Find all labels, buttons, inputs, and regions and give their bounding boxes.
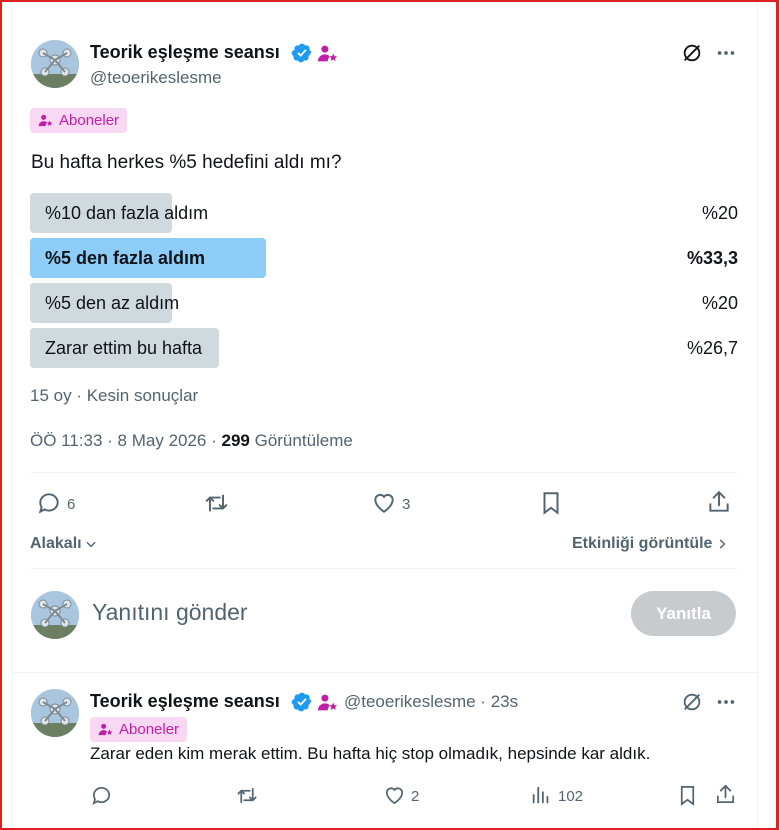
poll-option-percent: %26,7 (686, 338, 738, 358)
verified-badge-icon (291, 42, 313, 64)
subscriber-badge-label: Aboneler (59, 112, 120, 129)
poll-option-label: %5 den fazla aldım (45, 248, 206, 268)
like-count: 2 (411, 788, 420, 805)
author-name[interactable]: Teorik eşleşme seansı (90, 42, 280, 63)
poll-option: %10 dan fazla aldım %20 (30, 193, 738, 233)
bookmark-icon[interactable] (538, 490, 564, 516)
chevron-down-icon (84, 537, 98, 551)
grok-icon[interactable] (681, 691, 703, 713)
reply-count: 6 (67, 496, 76, 513)
reply-text: Zarar eden kim merak ettim. Bu hafta hiç… (90, 744, 651, 763)
relevance-dropdown[interactable]: Alakalı (30, 534, 96, 553)
divider (30, 472, 738, 473)
subscriber-icon (317, 43, 338, 64)
reply-author-name[interactable]: Teorik eşleşme seansı (90, 691, 280, 712)
retweet-icon[interactable] (203, 490, 230, 516)
share-icon[interactable] (706, 489, 732, 515)
relevance-label: Alakalı (30, 535, 82, 552)
subscriber-icon (38, 113, 53, 128)
poll-option: %5 den az aldım %20 (30, 283, 738, 323)
subscriber-badge: Aboneler (90, 717, 188, 742)
grok-icon[interactable] (681, 42, 703, 64)
views-count: 102 (558, 788, 584, 805)
subscriber-icon (98, 722, 113, 737)
like-count: 3 (402, 496, 411, 513)
reply-button[interactable]: Yanıtla (631, 591, 736, 636)
more-icon[interactable] (715, 42, 737, 64)
avatar-image (31, 689, 79, 737)
poll-option-label: %10 dan fazla aldım (45, 203, 209, 223)
activity-label: Etkinliği görüntüle (572, 535, 713, 552)
reply-author-avatar[interactable] (31, 689, 79, 737)
timestamp-text[interactable]: ÖÖ 11:33 · 8 May 2026 · (30, 431, 222, 450)
reply-author-handle[interactable]: @teoerikeslesme · 23s (344, 692, 518, 712)
tweet-text: Bu hafta herkes %5 hedefini aldı mı? (31, 152, 342, 173)
poll-option-label: Zarar ettim bu hafta (45, 338, 203, 358)
divider (13, 672, 758, 673)
poll-option: Zarar ettim bu hafta %26,7 (30, 328, 738, 368)
verified-badge-icon (291, 691, 313, 713)
author-handle[interactable]: @teoerikeslesme (90, 68, 222, 88)
poll-option-label: %5 den az aldım (45, 293, 180, 313)
view-activity-link[interactable]: Etkinliği görüntüle (572, 534, 726, 553)
views-count: 299 (221, 431, 250, 450)
poll-option: %5 den fazla aldım %33,3 (30, 238, 738, 278)
chevron-right-icon (715, 537, 729, 551)
subscriber-badge-label: Aboneler (119, 721, 180, 738)
views-label: Görüntüleme (249, 431, 353, 450)
subscriber-badge: Aboneler (30, 108, 128, 133)
reply-icon[interactable] (90, 784, 113, 807)
poll-option-percent: %33,3 (686, 248, 738, 268)
avatar-image (31, 40, 79, 88)
author-avatar[interactable] (31, 40, 79, 88)
like-icon[interactable] (383, 784, 406, 807)
reply-input[interactable]: Yanıtını gönder (92, 599, 248, 626)
poll-footer: 15 oy · Kesin sonuçlar (30, 386, 199, 405)
reply-icon[interactable] (36, 490, 62, 516)
views-icon[interactable] (530, 784, 552, 806)
subscriber-icon (317, 692, 338, 713)
bookmark-icon[interactable] (676, 784, 699, 807)
avatar-image (31, 591, 79, 639)
retweet-icon[interactable] (235, 784, 259, 807)
share-icon[interactable] (714, 783, 737, 806)
user-avatar[interactable] (31, 591, 79, 639)
poll-option-percent: %20 (701, 203, 738, 223)
more-icon[interactable] (715, 691, 737, 713)
poll-option-percent: %20 (701, 293, 738, 313)
divider (30, 568, 738, 569)
like-icon[interactable] (371, 490, 397, 516)
tweet-timestamp[interactable]: ÖÖ 11:33 · 8 May 2026 · 299 Görüntüleme (30, 431, 353, 451)
